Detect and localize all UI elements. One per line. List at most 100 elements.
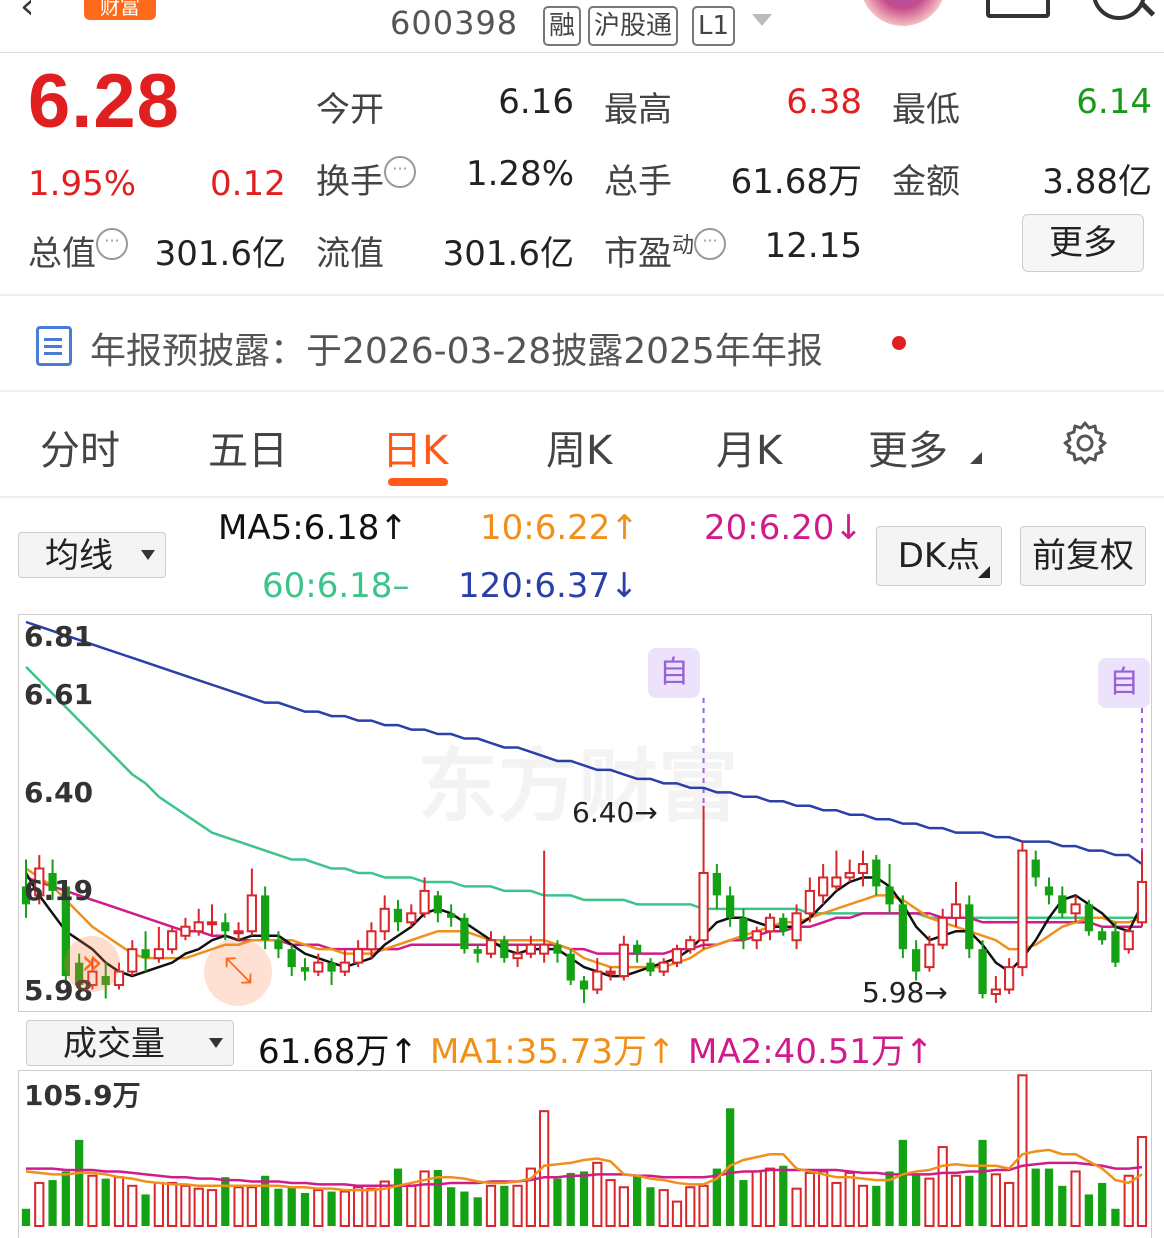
volume-bar (300, 1192, 310, 1226)
volume-bar (553, 1178, 562, 1226)
volume-bar (698, 1184, 709, 1227)
volume-bar (990, 1173, 1001, 1227)
candle (912, 940, 921, 981)
volume-bar (500, 1185, 509, 1226)
report-notice[interactable]: 年报预披露：于2026-03-28披露2025年年报 (90, 322, 823, 374)
volume-bar (779, 1165, 788, 1226)
stock-code[interactable]: 600398 (390, 4, 518, 42)
volume-bar (912, 1174, 921, 1226)
volume-bar (206, 1189, 218, 1227)
candle (646, 958, 655, 977)
chevron-down-icon[interactable] (752, 14, 772, 26)
expand-fullscreen-icon[interactable]: ⤡ (204, 938, 272, 1006)
pe-label-text: 市盈 (604, 234, 672, 274)
volume-bar (1136, 1136, 1148, 1227)
volume-bar (633, 1175, 642, 1226)
volume-bar (579, 1171, 589, 1226)
candle (300, 958, 310, 981)
turnover-label-text: 换手 (316, 162, 384, 202)
back-icon[interactable]: ‹ (20, 0, 34, 27)
high-label: 最高 (604, 90, 672, 130)
tag-level: L1 (692, 6, 736, 46)
high-marker: 6.40→ (572, 796, 658, 829)
volume-bar (831, 1181, 842, 1228)
volume-chart[interactable] (18, 1070, 1152, 1238)
candle (485, 931, 497, 959)
volume-bar (739, 1180, 748, 1226)
volume-label: 总手 (604, 162, 672, 202)
tab-daily-k[interactable]: 日K (382, 418, 448, 476)
candle (1044, 877, 1054, 905)
tab-intraday[interactable]: 分时 (40, 418, 120, 476)
volume-max-label: 105.9万 (24, 1079, 141, 1112)
volume-bar (872, 1185, 881, 1226)
more-info-icon[interactable]: ··· (694, 228, 727, 260)
tab-more[interactable]: 更多 (868, 418, 948, 476)
volume-bar (87, 1174, 98, 1228)
candle (857, 850, 869, 887)
volume-select-value: 成交量 (63, 1024, 165, 1064)
volume-bar (764, 1167, 776, 1228)
candle (193, 908, 204, 936)
volume-bar (1058, 1185, 1067, 1226)
ma20-value: 20:6.20↓ (704, 508, 863, 548)
candle (831, 850, 842, 891)
gear-icon[interactable] (1062, 420, 1108, 466)
more-info-icon[interactable]: ··· (384, 156, 416, 188)
candle (206, 904, 218, 936)
last-price: 6.28 (28, 59, 180, 144)
more-button[interactable]: 更多 (1022, 214, 1144, 272)
volume-bar (844, 1171, 855, 1227)
window-icon[interactable] (986, 0, 1050, 18)
chevron-down-icon (141, 550, 155, 560)
self-mark-2[interactable]: 自 (1098, 658, 1150, 708)
volume-bar (618, 1186, 629, 1227)
pe-label: 市盈动 ··· (604, 226, 727, 275)
adjust-button[interactable]: 前复权 (1020, 526, 1146, 586)
open-value: 6.16 (498, 82, 574, 122)
dk-corner-icon (978, 566, 990, 578)
mktcap-value: 301.6亿 (154, 234, 286, 274)
volume-bar (965, 1175, 974, 1226)
indicator-select[interactable]: 均线 (18, 532, 166, 578)
volume-bar (406, 1184, 417, 1227)
more-info-icon[interactable]: ··· (96, 228, 128, 260)
volume-bar (512, 1184, 523, 1227)
volume-bar (898, 1139, 907, 1226)
tab-active-indicator (388, 478, 448, 486)
volume-bar (485, 1184, 497, 1227)
volume-indicator-select[interactable]: 成交量 (26, 1020, 234, 1066)
candle (618, 935, 629, 981)
tab-monthly-k[interactable]: 月K (716, 418, 782, 476)
volume-bar (566, 1172, 575, 1226)
ma10-value: 10:6.22↑ (480, 508, 639, 548)
tab-weekly-k[interactable]: 周K (546, 418, 612, 476)
volume-bar (924, 1177, 935, 1227)
candle (937, 908, 948, 950)
volume-bar (221, 1177, 230, 1226)
candle (739, 908, 748, 950)
tab-five-day[interactable]: 五日 (208, 418, 288, 476)
volume-bar (1044, 1168, 1054, 1226)
ma20-line (25, 876, 1142, 955)
volume-bar (261, 1175, 270, 1226)
candle (127, 940, 138, 977)
volume-bar (447, 1187, 456, 1226)
collapse-panel-icon[interactable]: » (64, 936, 120, 992)
candle (818, 864, 829, 905)
candle (473, 944, 482, 963)
volume-bar (48, 1180, 57, 1226)
volume-bar (658, 1189, 669, 1227)
divider (0, 496, 1164, 498)
ma5-value: MA5:6.18↑ (218, 508, 408, 548)
volume-bar (978, 1139, 987, 1226)
volume-bar (605, 1179, 616, 1227)
candle (566, 949, 575, 986)
volume-bar (339, 1190, 350, 1227)
volume-bar (233, 1186, 244, 1227)
volume-bar (21, 1208, 31, 1226)
volume-bar (685, 1186, 696, 1227)
float-label: 流值 (316, 234, 384, 274)
divider (0, 390, 1164, 392)
self-mark-1[interactable]: 自 (648, 648, 700, 698)
